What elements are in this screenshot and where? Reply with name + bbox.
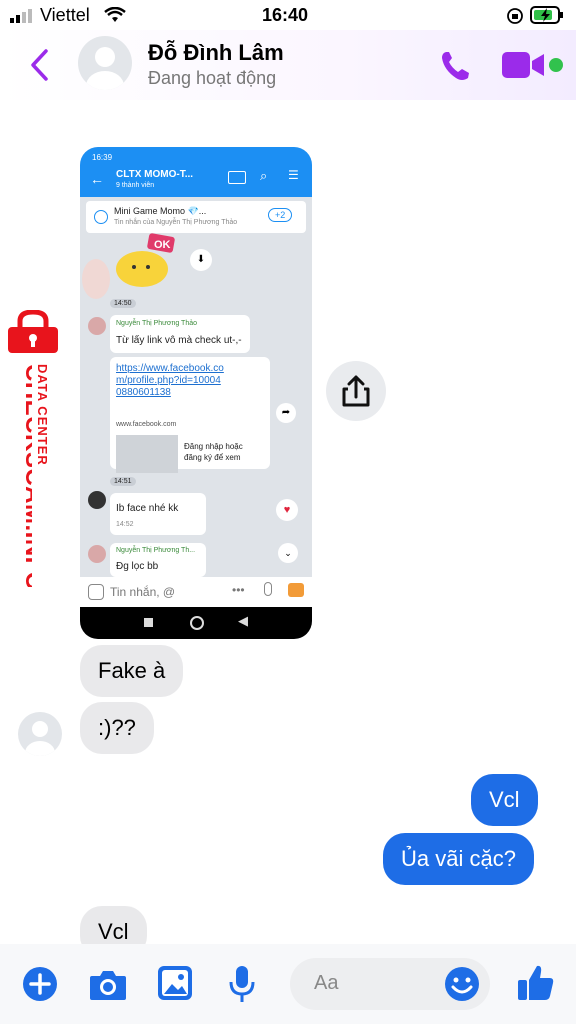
input-placeholder: Aa	[314, 972, 339, 994]
sticker-image-icon: OK	[116, 233, 175, 287]
incoming-message[interactable]: :)??	[80, 702, 154, 754]
message-bubble-2: Ib face nhé kk 14:52	[110, 493, 206, 535]
sender-avatar-4	[88, 545, 106, 563]
sender-avatar-2	[88, 317, 106, 335]
home-icon	[190, 616, 204, 630]
gallery-icon[interactable]	[156, 964, 194, 1002]
zalo-composer: Tin nhắn, @ •••	[80, 577, 312, 607]
contact-status: Đang hoạt động	[148, 68, 277, 88]
chat-icon	[94, 210, 108, 224]
image-icon	[288, 583, 304, 597]
watermark-logo: CHECKSCAM.INFO	[20, 364, 32, 587]
default-avatar-icon	[86, 47, 124, 90]
video-call-icon[interactable]	[500, 50, 548, 82]
default-avatar-icon	[25, 721, 55, 756]
sender-avatar	[82, 259, 110, 299]
sticker-text: OK	[154, 239, 171, 251]
carrier-label: Viettel	[40, 5, 90, 25]
video-icon	[228, 171, 246, 184]
group-name: CLTX MOMO-T...	[116, 169, 194, 180]
battery-charging-icon	[530, 6, 563, 24]
contact-name[interactable]: Đỗ Đình Lâm	[148, 40, 284, 66]
sender-avatar-3	[88, 491, 106, 509]
link-preview-text: Đăng nhập hoặc đăng ký để xem	[184, 442, 243, 462]
screenshot-time: 16:39	[92, 153, 113, 162]
sender-name-1: Nguyễn Thị Phương Thảo	[116, 320, 198, 327]
phone-call-icon[interactable]	[438, 48, 474, 84]
contact-avatar[interactable]	[78, 36, 132, 90]
pinned-message: Mini Game Momo 💎... Tin nhắn của Nguyễn …	[86, 201, 306, 233]
search-icon: ⌕	[260, 168, 268, 183]
android-nav-bar: ◀	[80, 607, 312, 639]
outgoing-message[interactable]: Vcl	[471, 774, 538, 826]
back-chevron-icon[interactable]	[28, 48, 50, 82]
emoji-icon[interactable]	[444, 966, 480, 1002]
wifi-icon	[104, 7, 126, 22]
watermark-sub-logo: DATA CENTER	[35, 364, 50, 466]
message-bubble-1: Nguyễn Thị Phương Thảo Từ lấy link vô mà…	[110, 315, 250, 353]
message-text-3: Đg lọc bb	[116, 561, 159, 572]
download-icon: ⬇	[190, 249, 212, 271]
menu-icon: ☰	[288, 168, 299, 182]
link-thumbnail	[116, 435, 178, 473]
link-domain: www.facebook.com	[116, 421, 177, 428]
contact-avatar-small[interactable]	[18, 712, 62, 756]
message-bubble-3: Nguyễn Thị Phương Th... Đg lọc bb	[110, 543, 206, 577]
time-stamp-1: 14:50	[110, 299, 136, 308]
outgoing-message[interactable]: Ủa vãi cặc?	[383, 833, 534, 885]
link-bubble: https://www.facebook.com/profile.php?id=…	[110, 357, 270, 473]
share-icon	[342, 375, 370, 407]
recents-icon	[144, 618, 153, 627]
signal-icon	[10, 9, 32, 23]
heart-icon: ♥	[276, 499, 298, 521]
message-text-2: Ib face nhé kk	[116, 503, 179, 514]
emoji-icon	[88, 584, 104, 600]
link-text: https://www.facebook.com/profile.php?id=…	[116, 363, 224, 398]
watermark-sub: DATA CENTER	[35, 364, 50, 466]
more-icon: •••	[232, 583, 245, 597]
incoming-message[interactable]: Fake à	[80, 645, 184, 697]
scroll-down-icon: ⌄	[278, 543, 298, 563]
shared-screenshot-image[interactable]: 16:39 ← CLTX MOMO-T... 9 thành viên ⌕ ☰ …	[80, 147, 312, 639]
zalo-header: 16:39 ← CLTX MOMO-T... 9 thành viên ⌕ ☰	[80, 147, 312, 197]
back-icon: ◀	[238, 613, 248, 628]
thumbs-up-icon[interactable]	[516, 962, 556, 1002]
clock: 16:40	[262, 5, 309, 25]
back-arrow-icon: ←	[90, 171, 104, 187]
time-stamp-2: 14:51	[110, 477, 136, 486]
share-small-icon: ➦	[276, 403, 296, 423]
status-bar: Viettel 16:40	[0, 0, 576, 30]
member-count: 9 thành viên	[116, 182, 155, 189]
mic-icon	[264, 582, 272, 596]
message-time-2: 14:52	[116, 521, 134, 528]
ok-sticker: OK	[114, 233, 176, 289]
share-button[interactable]	[326, 361, 386, 421]
composer-placeholder: Tin nhắn, @	[110, 585, 176, 599]
pinned-sub: Tin nhắn của Nguyễn Thị Phương Thảo	[114, 219, 238, 226]
sender-name-2: Nguyễn Thị Phương Th...	[116, 547, 196, 554]
watermark-lock-icon	[8, 310, 58, 353]
pinned-badge: +2	[268, 208, 293, 222]
plus-icon[interactable]	[22, 966, 58, 1002]
pinned-title: Mini Game Momo 💎...	[114, 206, 207, 216]
watermark-brand: CHECKSCAM.INFO	[20, 364, 32, 587]
active-status-dot	[549, 58, 563, 72]
microphone-icon[interactable]	[228, 964, 256, 1004]
orientation-lock-icon	[507, 8, 523, 24]
message-text-1: Từ lấy link vô mà check ut-,-	[116, 335, 242, 346]
camera-icon[interactable]	[88, 966, 128, 1002]
